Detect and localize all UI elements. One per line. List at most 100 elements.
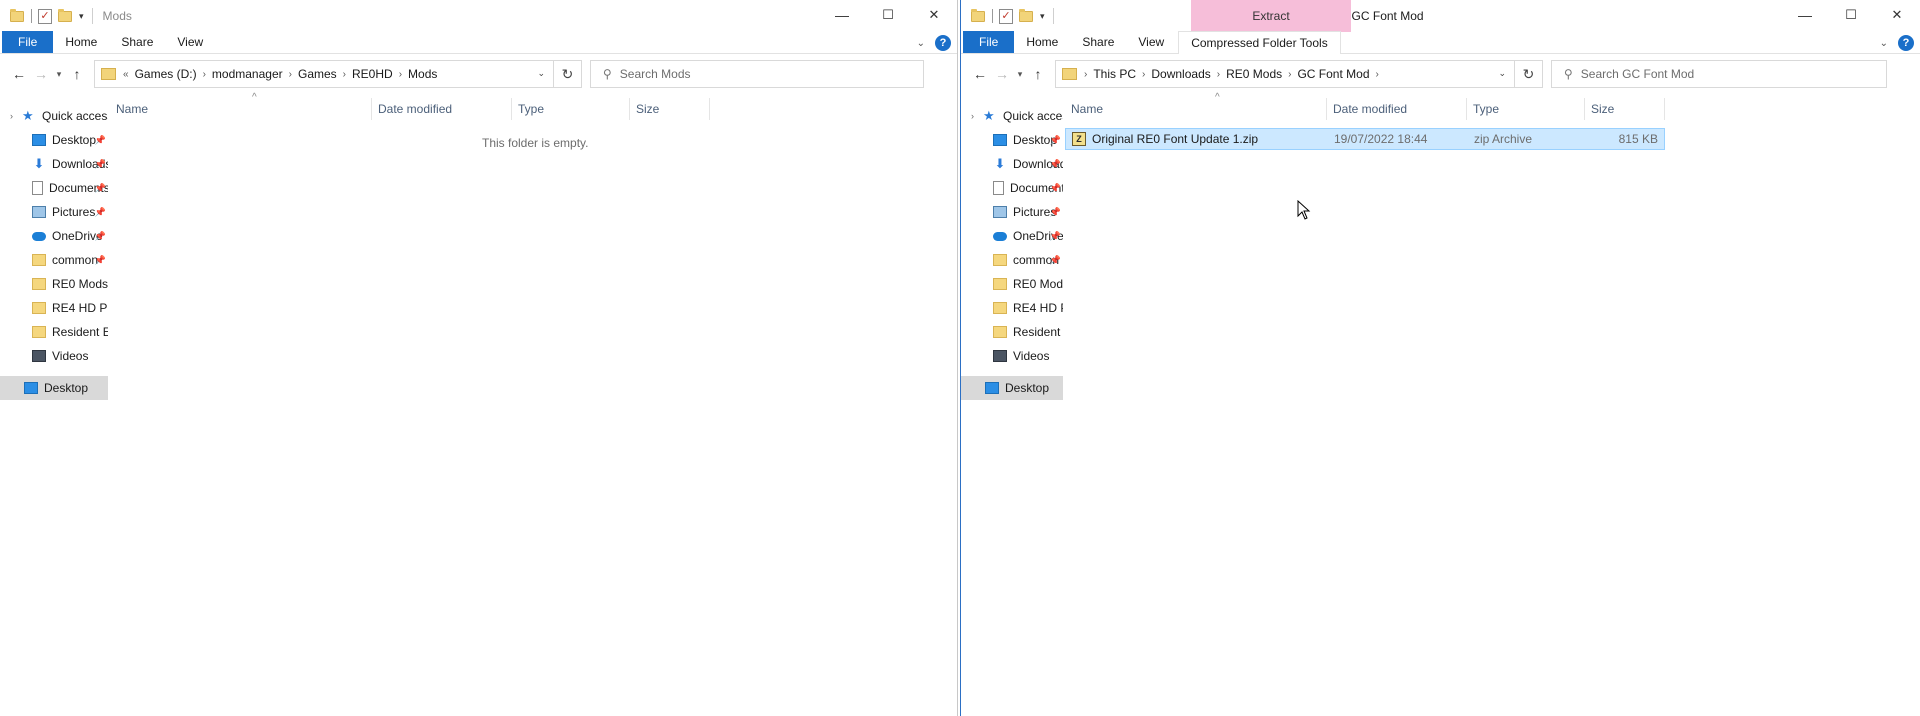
nav-item-resident-evil[interactable]: Resident Evil	[0, 320, 108, 344]
nav-item-documents[interactable]: Documents📌	[0, 176, 108, 200]
nav-item-desktop[interactable]: Desktop 📌	[0, 128, 108, 152]
breadcrumb-item[interactable]: RE0 Mods	[1226, 67, 1282, 81]
breadcrumb-overflow[interactable]: «	[123, 69, 129, 80]
nav-item-onedrive[interactable]: OneDrive 📌	[961, 224, 1063, 248]
breadcrumb-item[interactable]: Games	[298, 67, 337, 81]
nav-item-desktop[interactable]: Desktop 📌	[961, 128, 1063, 152]
tab-file[interactable]: File	[963, 31, 1015, 53]
nav-item-resident-evil[interactable]: Resident Evil	[961, 320, 1063, 344]
expand-icon[interactable]: ›	[10, 111, 13, 121]
breadcrumb-item[interactable]: This PC	[1093, 67, 1136, 81]
nav-item-desktop-root[interactable]: Desktop	[961, 376, 1063, 400]
breadcrumb-item[interactable]: GC Font Mod	[1297, 67, 1369, 81]
refresh-icon[interactable]: ↻	[1515, 60, 1543, 88]
recent-locations-icon[interactable]: ▾	[52, 62, 66, 86]
address-bar[interactable]: › This PC › Downloads › RE0 Mods › GC Fo…	[1055, 60, 1515, 88]
breadcrumb-item[interactable]: Mods	[408, 67, 437, 81]
minimize-icon[interactable]: —	[819, 0, 865, 30]
chevron-right-icon[interactable]: ›	[289, 69, 292, 80]
properties-icon[interactable]: ✓	[999, 8, 1013, 24]
column-header-type[interactable]: Type	[1467, 98, 1585, 120]
nav-item-videos[interactable]: Videos	[961, 344, 1063, 368]
search-box[interactable]: ⚲ Search GC Font Mod	[1551, 60, 1887, 88]
forward-icon[interactable]: →	[991, 62, 1013, 86]
nav-item-common[interactable]: common 📌	[0, 248, 108, 272]
customize-toolbar-icon[interactable]: ▾	[1040, 11, 1045, 22]
close-icon[interactable]: ✕	[1874, 0, 1920, 30]
nav-item-pictures[interactable]: Pictures 📌	[0, 200, 108, 224]
nav-item-common[interactable]: common 📌	[961, 248, 1063, 272]
forward-icon[interactable]: →	[30, 62, 52, 86]
nav-item-downloads[interactable]: ⬇Downloads📌	[0, 152, 108, 176]
column-header-name[interactable]: Name	[1065, 98, 1327, 120]
breadcrumb-item[interactable]: RE0HD	[352, 67, 393, 81]
table-row[interactable]: Z Original RE0 Font Update 1.zip 19/07/2…	[1065, 128, 1665, 150]
search-input[interactable]: Search GC Font Mod	[1581, 67, 1694, 81]
chevron-right-icon[interactable]: ›	[1084, 69, 1087, 80]
recent-locations-icon[interactable]: ▾	[1013, 62, 1027, 86]
back-icon[interactable]: ←	[969, 62, 991, 86]
chevron-right-icon[interactable]: ›	[399, 69, 402, 80]
nav-item-desktop-root[interactable]: Desktop	[0, 376, 108, 400]
refresh-icon[interactable]: ↻	[554, 60, 582, 88]
column-header-date[interactable]: Date modified	[372, 98, 512, 120]
breadcrumb-item[interactable]: modmanager	[212, 67, 283, 81]
nav-item-re4-hd[interactable]: RE4 HD Project	[0, 296, 108, 320]
search-input[interactable]: Search Mods	[620, 67, 691, 81]
new-folder-icon[interactable]	[58, 8, 72, 22]
expand-ribbon-icon[interactable]: ⌄	[917, 38, 925, 49]
file-size: 815 KB	[1618, 132, 1658, 146]
up-icon[interactable]: ↑	[1027, 62, 1049, 86]
nav-item-documents[interactable]: Documents📌	[961, 176, 1063, 200]
new-folder-icon[interactable]	[1019, 8, 1033, 22]
nav-item-re0-mods[interactable]: RE0 Mods	[961, 272, 1063, 296]
nav-item-pictures[interactable]: Pictures 📌	[961, 200, 1063, 224]
expand-ribbon-icon[interactable]: ⌄	[1880, 38, 1888, 49]
tab-home[interactable]: Home	[1014, 31, 1070, 53]
chevron-right-icon[interactable]: ›	[1142, 69, 1145, 80]
breadcrumb-item[interactable]: Games (D:)	[135, 67, 197, 81]
help-icon[interactable]: ?	[935, 35, 951, 51]
nav-item-onedrive[interactable]: OneDrive 📌	[0, 224, 108, 248]
tab-share[interactable]: Share	[109, 31, 165, 53]
chevron-down-icon[interactable]: ⌄	[1498, 68, 1506, 79]
nav-item-re0-mods[interactable]: RE0 Mods	[0, 272, 108, 296]
column-header-name[interactable]: Name	[110, 98, 372, 120]
back-icon[interactable]: ←	[8, 62, 30, 86]
nav-quick-access[interactable]: › ★ Quick access	[961, 104, 1063, 128]
up-icon[interactable]: ↑	[66, 62, 88, 86]
column-header-date[interactable]: Date modified	[1327, 98, 1467, 120]
column-header-size[interactable]: Size	[1585, 98, 1665, 120]
expand-icon[interactable]: ›	[971, 111, 974, 121]
chevron-right-icon[interactable]: ›	[343, 69, 346, 80]
chevron-right-icon[interactable]: ›	[1288, 69, 1291, 80]
quick-access-toolbar: ✓ ▾	[961, 0, 1054, 32]
maximize-icon[interactable]: ☐	[865, 0, 911, 30]
chevron-right-icon[interactable]: ›	[203, 69, 206, 80]
customize-toolbar-icon[interactable]: ▾	[79, 11, 84, 22]
chevron-right-icon[interactable]: ›	[1217, 69, 1220, 80]
nav-item-re4-hd[interactable]: RE4 HD Project	[961, 296, 1063, 320]
breadcrumb-item[interactable]: Downloads	[1151, 67, 1210, 81]
tab-compressed-folder-tools[interactable]: Compressed Folder Tools	[1178, 31, 1341, 54]
file-name-cell[interactable]: Z Original RE0 Font Update 1.zip	[1066, 129, 1328, 149]
tab-file[interactable]: File	[2, 31, 54, 53]
chevron-down-icon[interactable]: ⌄	[537, 68, 545, 79]
maximize-icon[interactable]: ☐	[1828, 0, 1874, 30]
tab-share[interactable]: Share	[1070, 31, 1126, 53]
tab-view[interactable]: View	[1126, 31, 1176, 53]
chevron-right-icon[interactable]: ›	[1376, 69, 1379, 80]
tab-view[interactable]: View	[165, 31, 215, 53]
search-box[interactable]: ⚲ Search Mods	[590, 60, 924, 88]
column-header-size[interactable]: Size	[630, 98, 710, 120]
close-icon[interactable]: ✕	[911, 0, 957, 30]
nav-item-downloads[interactable]: ⬇Downloads📌	[961, 152, 1063, 176]
minimize-icon[interactable]: —	[1782, 0, 1828, 30]
tab-home[interactable]: Home	[53, 31, 109, 53]
column-header-type[interactable]: Type	[512, 98, 630, 120]
help-icon[interactable]: ?	[1898, 35, 1914, 51]
properties-icon[interactable]: ✓	[38, 8, 52, 24]
address-bar[interactable]: « Games (D:) › modmanager › Games › RE0H…	[94, 60, 554, 88]
nav-item-videos[interactable]: Videos	[0, 344, 108, 368]
nav-quick-access[interactable]: › ★ Quick access	[0, 104, 108, 128]
